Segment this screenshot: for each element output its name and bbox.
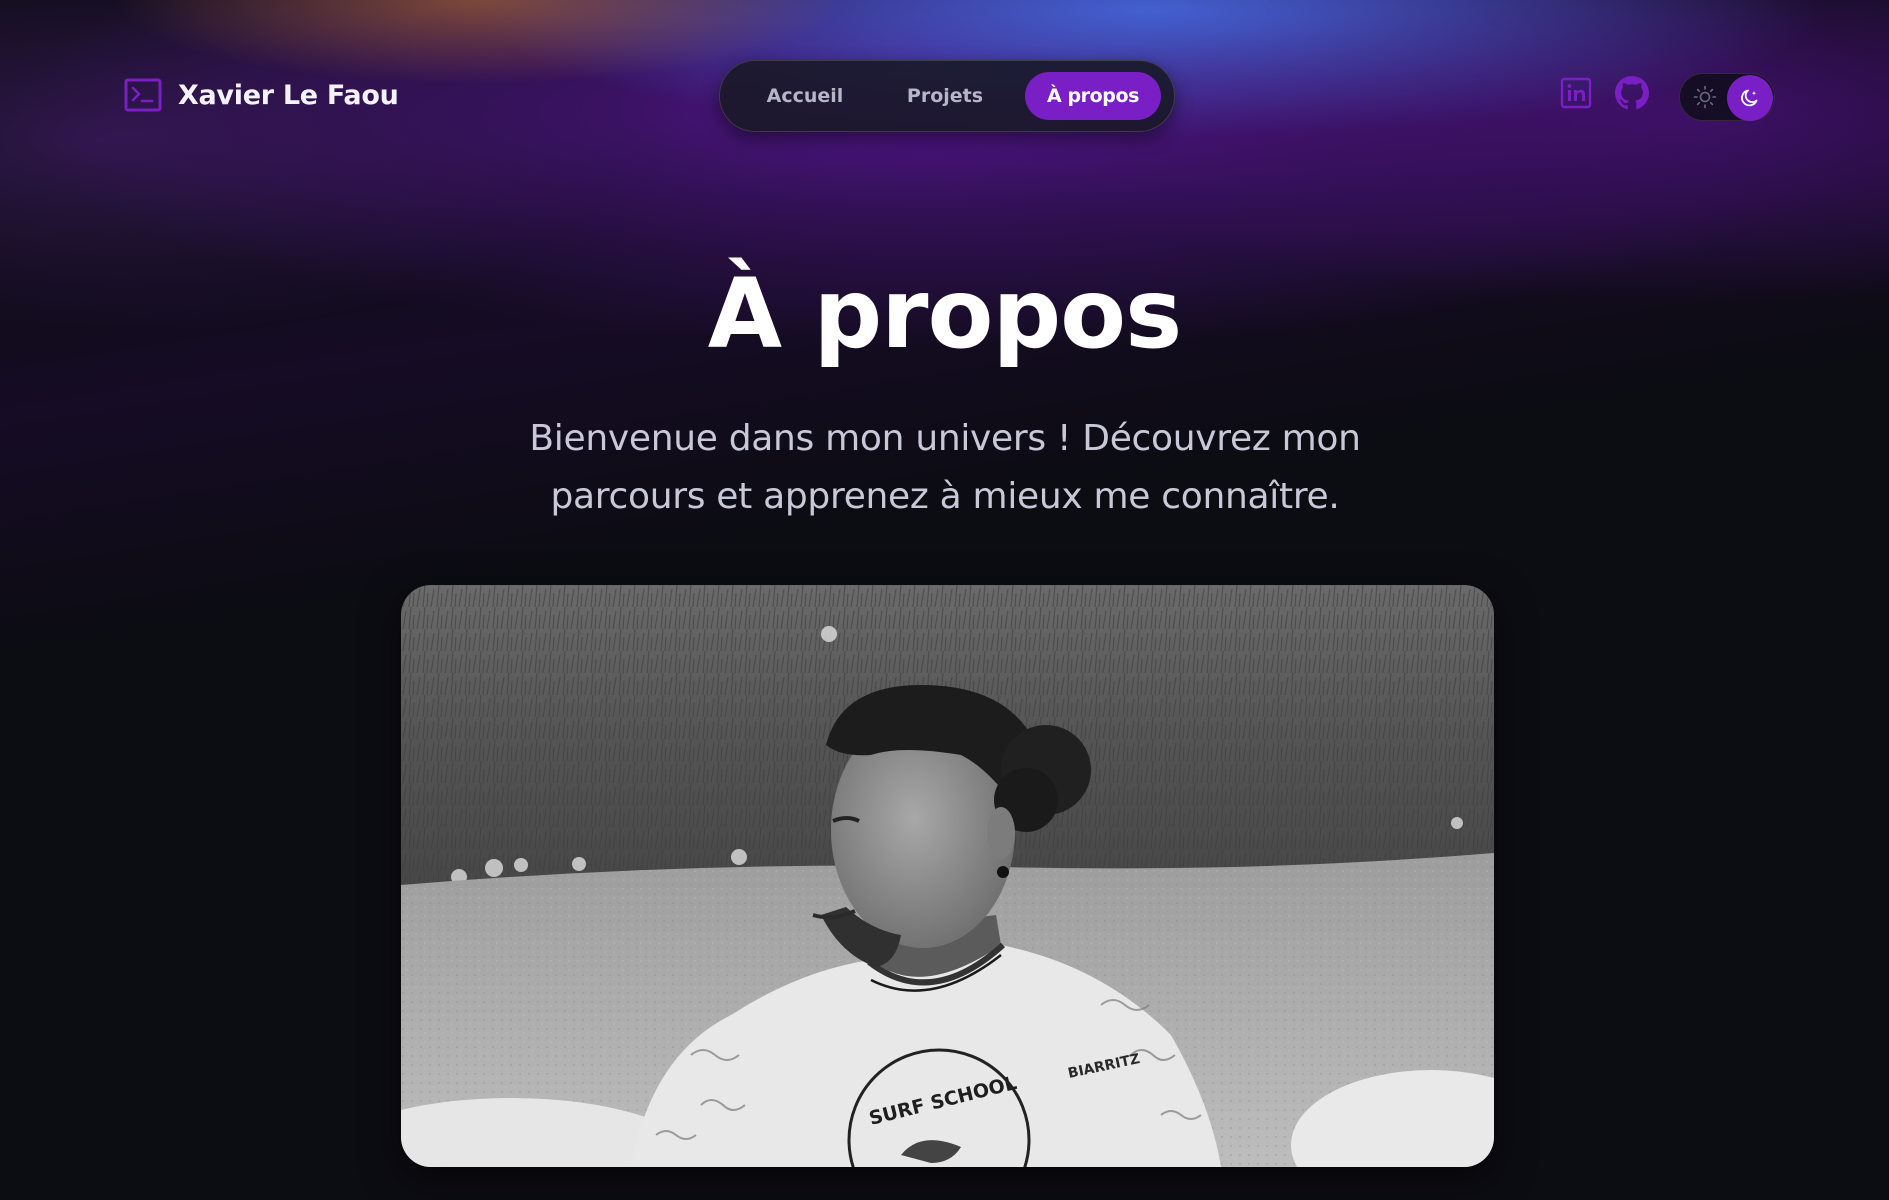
sun-icon[interactable] [1692,84,1718,110]
page-title: À propos [707,258,1183,370]
profile-photo: SURF SCHOOL BIARRITZ [401,585,1494,1167]
moon-icon[interactable] [1727,75,1773,121]
brand-link[interactable]: Xavier Le Faou [124,78,399,112]
linkedin-icon [1560,77,1592,113]
nav-item-projets[interactable]: Projets [873,72,1017,120]
main-nav: Accueil Projets À propos [719,60,1175,132]
page-subtitle: Bienvenue dans mon univers ! Découvrez m… [529,418,1361,517]
github-icon [1615,76,1649,114]
about-page: Xavier Le Faou Accueil Projets À propos [0,0,1889,1200]
linkedin-link[interactable] [1558,77,1594,113]
terminal-prompt-icon [124,78,162,112]
nav-item-accueil[interactable]: Accueil [737,72,873,120]
nav-item-a-propos[interactable]: À propos [1025,72,1161,120]
github-link[interactable] [1614,76,1650,114]
site-header: Xavier Le Faou Accueil Projets À propos [0,0,1889,190]
brand-name: Xavier Le Faou [178,79,399,111]
theme-toggle[interactable] [1679,73,1775,121]
